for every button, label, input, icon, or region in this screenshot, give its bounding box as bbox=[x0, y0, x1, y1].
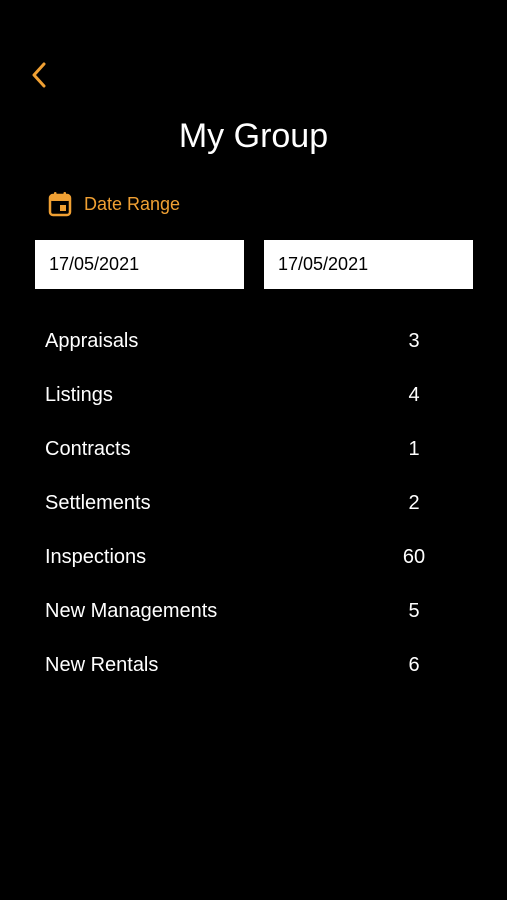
stat-row-contracts: Contracts 1 bbox=[45, 422, 465, 476]
start-date-field[interactable]: 17/05/2021 bbox=[35, 240, 244, 289]
stat-label: Contracts bbox=[45, 437, 131, 460]
stat-value: 1 bbox=[408, 437, 420, 460]
end-date-field[interactable]: 17/05/2021 bbox=[264, 240, 473, 289]
stat-row-appraisals: Appraisals 3 bbox=[45, 314, 465, 368]
calendar-icon bbox=[47, 190, 73, 218]
chevron-left-icon bbox=[31, 62, 47, 93]
stats-list: Appraisals 3 Listings 4 Contracts 1 Sett… bbox=[45, 314, 465, 692]
stat-label: Inspections bbox=[45, 545, 147, 568]
stat-row-listings: Listings 4 bbox=[45, 368, 465, 422]
date-range-header[interactable]: Date Range bbox=[47, 190, 180, 218]
page-title: My Group bbox=[178, 117, 329, 155]
stat-label: New Managements bbox=[45, 599, 218, 622]
stat-value: 3 bbox=[408, 329, 420, 352]
stat-value: 4 bbox=[408, 383, 420, 406]
stat-label: Appraisals bbox=[45, 329, 139, 352]
back-button[interactable] bbox=[24, 60, 54, 94]
stat-label: Listings bbox=[45, 383, 113, 406]
stat-row-inspections: Inspections 60 bbox=[45, 530, 465, 584]
stat-value: 5 bbox=[408, 599, 420, 622]
stat-row-new-rentals: New Rentals 6 bbox=[45, 638, 465, 692]
start-date-value: 17/05/2021 bbox=[49, 254, 140, 274]
stat-row-settlements: Settlements 2 bbox=[45, 476, 465, 530]
date-range-label: Date Range bbox=[84, 193, 181, 214]
stat-value: 2 bbox=[408, 491, 420, 514]
stat-row-new-managements: New Managements 5 bbox=[45, 584, 465, 638]
stat-value: 6 bbox=[408, 653, 420, 676]
stat-label: New Rentals bbox=[45, 653, 159, 676]
stat-value: 60 bbox=[402, 545, 426, 568]
end-date-value: 17/05/2021 bbox=[278, 254, 369, 274]
stat-label: Settlements bbox=[45, 491, 151, 514]
